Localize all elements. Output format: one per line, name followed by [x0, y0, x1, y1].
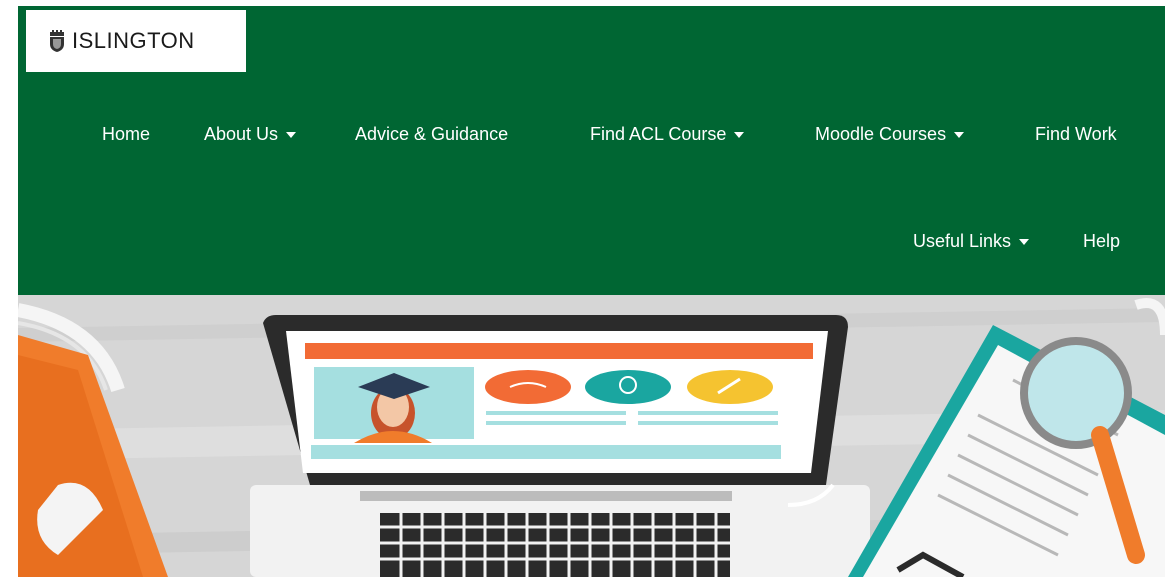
caret-down-icon [1019, 238, 1030, 245]
caret-down-icon [954, 131, 965, 138]
nav-useful-links[interactable]: Useful Links [913, 231, 1030, 252]
crest-icon [50, 30, 64, 52]
caret-down-icon [286, 131, 297, 138]
caret-down-icon [734, 131, 745, 138]
nav-help-label: Help [1083, 231, 1121, 251]
nav-find-acl-course-label: Find ACL Course [590, 124, 727, 144]
nav-about-us-label: About Us [204, 124, 279, 144]
keyboard [380, 513, 730, 577]
laptop-illustration [250, 315, 870, 577]
nav-moodle-courses-label: Moodle Courses [815, 124, 947, 144]
nav-home-label: Home [102, 124, 151, 144]
nav-find-work[interactable]: Find Work [1035, 124, 1117, 145]
islington-logo[interactable]: ISLINGTON [26, 10, 246, 72]
nav-useful-links-label: Useful Links [913, 231, 1012, 251]
nav-home[interactable]: Home [102, 124, 150, 145]
hero-illustration [18, 295, 1165, 577]
nav-advice-guidance-label: Advice & Guidance [355, 124, 509, 144]
hero-banner-illustration [18, 295, 1165, 577]
screen-banner [305, 343, 813, 359]
nav-help[interactable]: Help [1083, 231, 1120, 252]
nav-find-work-label: Find Work [1035, 124, 1117, 144]
nav-about-us[interactable]: About Us [204, 124, 297, 145]
site-header: ISLINGTON Home About Us Advice & Guidanc… [18, 6, 1165, 295]
magnifier-icon [1020, 337, 1132, 449]
award-icon [585, 370, 671, 404]
nav-advice-guidance[interactable]: Advice & Guidance [355, 124, 508, 145]
page: ISLINGTON Home About Us Advice & Guidanc… [18, 6, 1165, 577]
logo-text: ISLINGTON [72, 28, 195, 53]
nav-find-acl-course[interactable]: Find ACL Course [590, 124, 745, 145]
book-icon [485, 370, 571, 404]
nav-moodle-courses[interactable]: Moodle Courses [815, 124, 965, 145]
